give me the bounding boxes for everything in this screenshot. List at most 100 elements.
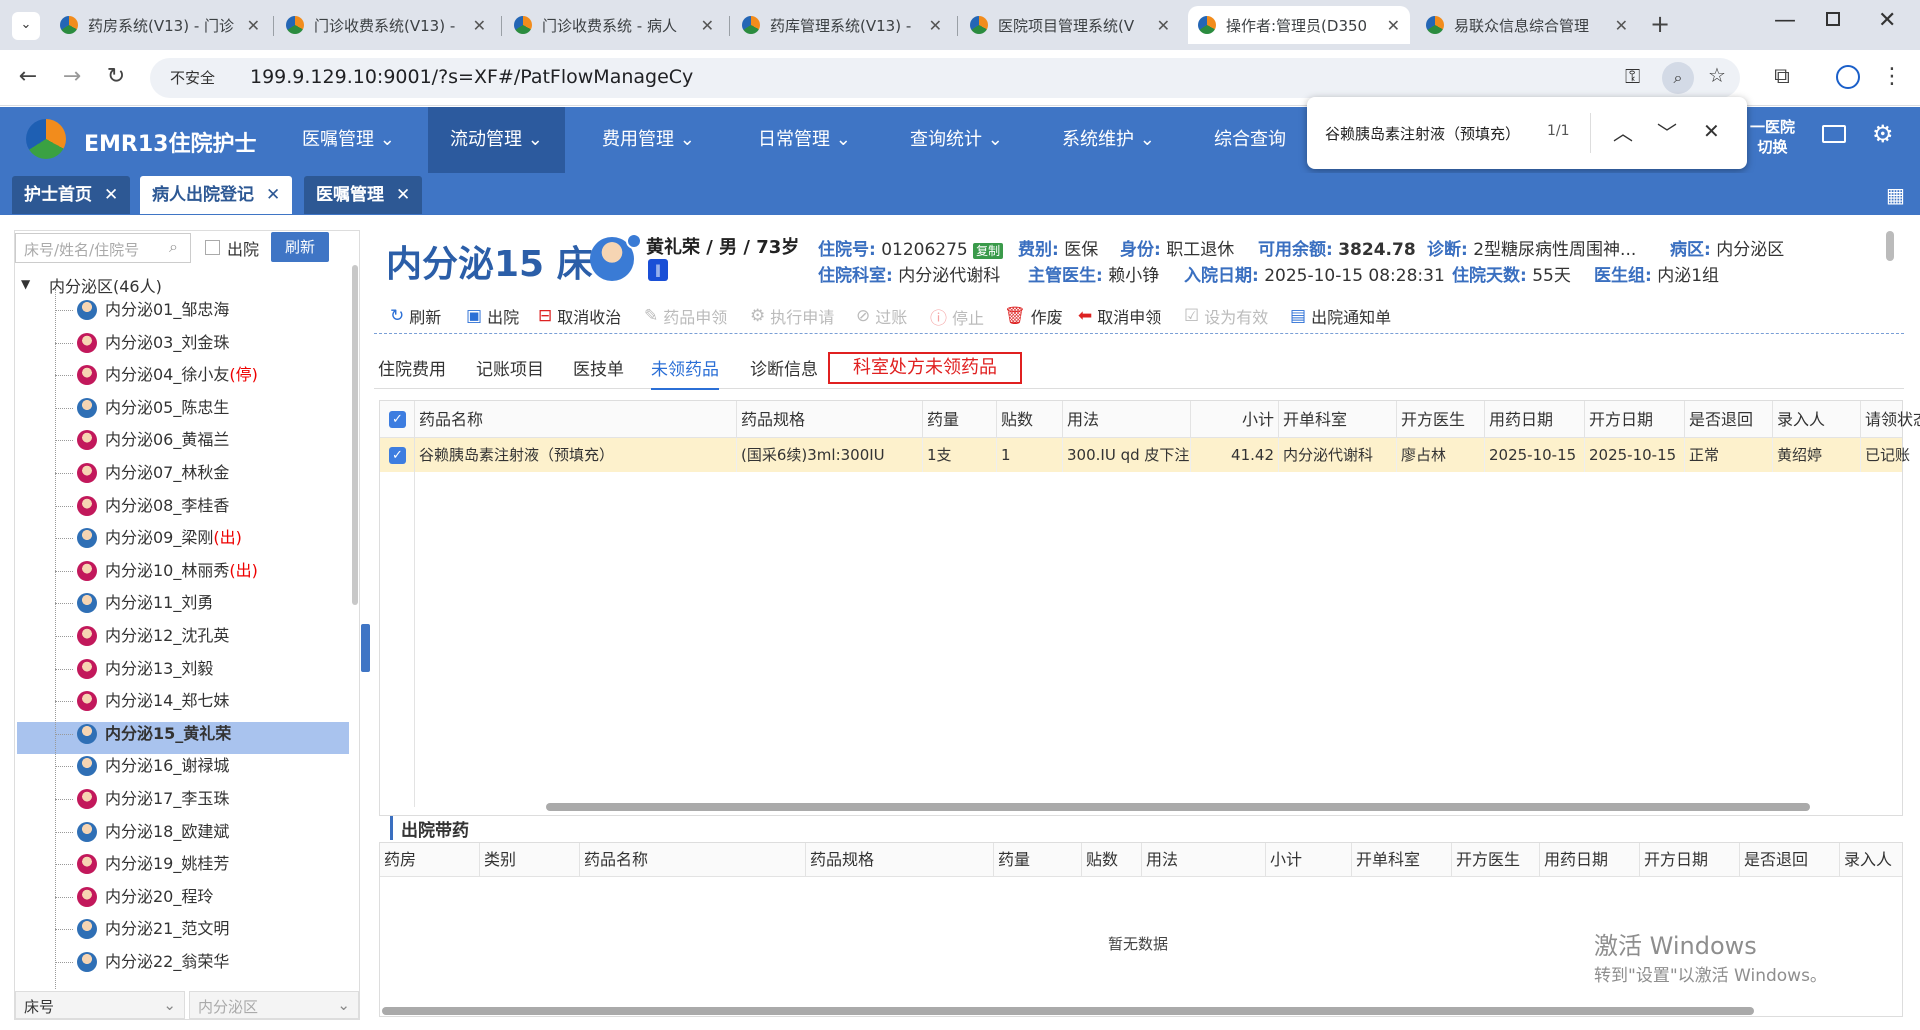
find-previous-icon[interactable]: ︿ <box>1613 117 1633 146</box>
tree-patient-item[interactable]: 内分泌06_黄福兰 <box>77 425 229 455</box>
tree-patient-item[interactable]: 内分泌09_梁刚 (出) <box>77 523 242 553</box>
tab-billing-items[interactable]: 记账项目 <box>476 355 544 380</box>
reload-icon[interactable]: ↻ <box>102 64 130 89</box>
post-account-button[interactable]: ⊘ 过账 <box>856 304 907 328</box>
tree-patient-item[interactable]: 内分泌05_陈忠生 <box>77 393 229 423</box>
column-header[interactable]: 用法 <box>1142 843 1266 877</box>
tab-unclaimed-drugs[interactable]: 未领药品 <box>651 355 719 390</box>
browser-tab[interactable]: 药库管理系统(V13) - ✕ <box>732 6 952 44</box>
page-tab-nurse-home[interactable]: 护士首页 ✕ <box>12 176 131 214</box>
menu-comprehensive-query[interactable]: 综合查询 <box>1192 107 1308 173</box>
column-header[interactable]: 药品规格 <box>737 401 923 438</box>
cancel-request-button[interactable]: ⬅ 取消申领 <box>1078 304 1161 328</box>
cancel-admission-button[interactable]: ⊟ 取消收治 <box>538 304 621 328</box>
set-valid-button[interactable]: ☑ 设为有效 <box>1184 304 1268 328</box>
hospital-switch-button[interactable]: 一医院 切换 <box>1750 117 1795 157</box>
close-tab-icon[interactable]: ✕ <box>1615 16 1628 35</box>
settings-gear-icon[interactable]: ⚙ <box>1872 120 1894 148</box>
browser-tab[interactable]: 门诊收费系统 - 病人 ✕ <box>504 6 724 44</box>
ward-select[interactable]: 内分泌区 ⌄ <box>189 991 359 1019</box>
find-in-page-icon[interactable]: ⌕ <box>1662 62 1694 94</box>
search-icon[interactable]: ⌕ <box>169 237 178 257</box>
close-tab-icon[interactable]: ✕ <box>1157 16 1170 35</box>
tree-patient-item[interactable]: 内分泌18_欧建斌 <box>77 817 229 847</box>
page-tab-order-management[interactable]: 医嘱管理 ✕ <box>304 176 423 214</box>
tree-patient-item[interactable]: 内分泌19_姚桂芳 <box>77 849 229 879</box>
discharge-button[interactable]: ▣ 出院 <box>466 304 519 328</box>
column-header[interactable]: 贴数 <box>997 401 1063 438</box>
tree-patient-item[interactable]: 内分泌08_李桂香 <box>77 491 229 521</box>
column-header[interactable]: 用法 <box>1063 401 1191 438</box>
find-close-icon[interactable]: ✕ <box>1703 119 1720 143</box>
menu-flow-management[interactable]: 流动管理 ⌄ <box>428 107 565 173</box>
tree-patient-item[interactable]: 内分泌15_黄礼荣 <box>77 719 231 749</box>
browser-tab[interactable]: 医院项目管理系统(V ✕ <box>960 6 1180 44</box>
column-header[interactable]: 药房 <box>380 843 480 877</box>
header-scrollbar[interactable] <box>1886 231 1894 261</box>
forward-arrow-icon[interactable]: → <box>58 64 86 89</box>
tree-patient-item[interactable]: 内分泌16_谢禄城 <box>77 751 229 781</box>
close-window-button[interactable]: ✕ <box>1878 8 1896 33</box>
back-arrow-icon[interactable]: ← <box>14 64 42 89</box>
grid-horizontal-scrollbar[interactable] <box>546 803 1810 811</box>
select-all-checkbox[interactable]: ✓ <box>389 411 406 428</box>
row-checkbox[interactable]: ✓ <box>389 447 406 464</box>
dept-unclaimed-drugs-highlight[interactable]: 科室处方未领药品 <box>828 352 1022 384</box>
column-header[interactable]: 贴数 <box>1082 843 1142 877</box>
find-next-icon[interactable]: ﹀ <box>1657 117 1677 146</box>
tree-patient-item[interactable]: 内分泌22_翁荣华 <box>77 947 229 977</box>
tree-patient-item[interactable]: 内分泌17_李玉珠 <box>77 784 229 814</box>
discharged-checkbox[interactable] <box>205 240 220 255</box>
menu-daily-management[interactable]: 日常管理 ⌄ <box>736 107 873 173</box>
browser-tab[interactable]: 药房系统(V13) - 门诊 ✕ <box>50 6 270 44</box>
column-header[interactable]: 开方医生 <box>1452 843 1540 877</box>
menu-order-management[interactable]: 医嘱管理 ⌄ <box>280 107 417 173</box>
column-header[interactable]: 录入人 <box>1773 401 1861 438</box>
new-tab-button[interactable]: + <box>1650 10 1670 38</box>
menu-query-stats[interactable]: 查询统计 ⌄ <box>888 107 1025 173</box>
key-icon[interactable]: ⚿ <box>1625 64 1640 88</box>
profile-avatar-icon[interactable] <box>1836 65 1860 89</box>
close-icon[interactable]: ✕ <box>396 185 410 205</box>
find-query[interactable]: 谷赖胰岛素注射液（预填充） <box>1325 123 1520 144</box>
page-tab-discharge[interactable]: 病人出院登记 ✕ <box>140 176 293 214</box>
tree-patient-item[interactable]: 内分泌03_刘金珠 <box>77 328 229 358</box>
more-menu-icon[interactable]: ⋮ <box>1878 64 1906 89</box>
close-tab-icon[interactable]: ✕ <box>701 16 714 35</box>
column-header[interactable]: 小计 <box>1266 843 1352 877</box>
tree-patient-item[interactable]: 内分泌04_徐小友 (停) <box>77 360 258 390</box>
column-header[interactable]: 开方医生 <box>1397 401 1485 438</box>
refresh-button[interactable]: ↻ 刷新 <box>390 304 441 328</box>
column-header[interactable]: 类别 <box>480 843 580 877</box>
discharge-notice-button[interactable]: ▤ 出院通知单 <box>1290 304 1391 328</box>
close-tab-icon[interactable]: ✕ <box>247 16 260 35</box>
column-header[interactable]: 录入人 <box>1840 843 1920 877</box>
void-button[interactable]: 🗑 作废 <box>1004 304 1063 328</box>
column-header[interactable]: 药量 <box>923 401 997 438</box>
tree-patient-item[interactable]: 内分泌14_郑七妹 <box>77 686 229 716</box>
tab-search-button[interactable]: ⌄ <box>12 12 40 40</box>
column-header[interactable]: 药品规格 <box>806 843 994 877</box>
column-header[interactable]: 药品名称 <box>415 401 737 438</box>
column-header[interactable]: 用药日期 <box>1540 843 1640 877</box>
mail-icon[interactable] <box>1822 125 1846 143</box>
tab-inpatient-fees[interactable]: 住院费用 <box>378 355 446 380</box>
close-tab-icon[interactable]: ✕ <box>929 16 942 35</box>
bookmark-star-icon[interactable]: ☆ <box>1708 63 1726 87</box>
column-header[interactable]: 用药日期 <box>1485 401 1585 438</box>
tree-patient-item[interactable]: 内分泌20_程玲 <box>77 882 213 912</box>
tree-collapse-icon[interactable]: ▼ <box>21 277 30 291</box>
column-header[interactable]: 开方日期 <box>1640 843 1740 877</box>
tree-patient-item[interactable]: 内分泌07_林秋金 <box>77 458 229 488</box>
refresh-button[interactable]: 刷新 <box>271 232 329 262</box>
panel-collapse-handle[interactable] <box>361 624 370 672</box>
column-header[interactable]: 药量 <box>994 843 1082 877</box>
minimize-button[interactable]: — <box>1774 8 1796 33</box>
tree-patient-item[interactable]: 内分泌12_沈孔英 <box>77 621 229 651</box>
column-header[interactable]: 药品名称 <box>580 843 806 877</box>
tree-patient-item[interactable]: 内分泌11_刘勇 <box>77 588 213 618</box>
tree-patient-item[interactable]: 内分泌10_林丽秀 (出) <box>77 556 258 586</box>
tree-patient-item[interactable]: 内分泌13_刘毅 <box>77 654 213 684</box>
tree-patient-item[interactable]: 内分泌21_范文明 <box>77 914 229 944</box>
extensions-icon[interactable]: ⧉ <box>1768 64 1796 89</box>
